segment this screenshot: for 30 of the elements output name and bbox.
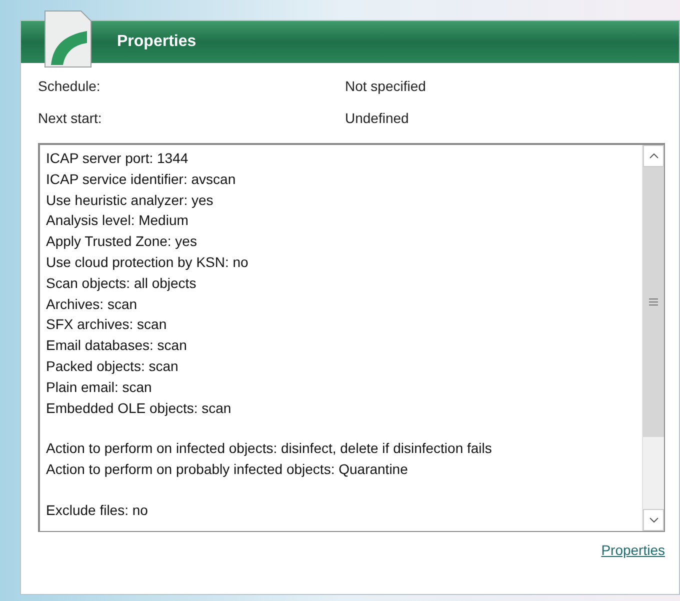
setting-line: Use cloud protection by KSN: no xyxy=(46,252,250,272)
field-value: Not specified xyxy=(345,76,426,96)
settings-text-area[interactable] xyxy=(38,143,665,532)
setting-line: Email databases: scan xyxy=(46,336,188,356)
setting-line: Archives: scan xyxy=(46,294,138,314)
setting-line: Exclude files: no xyxy=(46,500,149,520)
setting-line: Analysis level: Medium xyxy=(46,211,190,230)
setting-line: Apply Trusted Zone: yes xyxy=(46,232,198,252)
field-label: Next start: xyxy=(38,108,103,128)
field-label: Schedule: xyxy=(38,76,102,96)
scrollbar[interactable] xyxy=(642,145,664,531)
properties-link[interactable]: Properties xyxy=(601,540,665,561)
setting-line: Use heuristic analyzer: yes xyxy=(46,190,214,210)
setting-line: Scan objects: all objects xyxy=(46,274,198,293)
scroll-down-button[interactable] xyxy=(643,509,664,531)
chevron-up-icon xyxy=(648,153,658,159)
setting-line: Action to perform on probably infected objects: Quarantine xyxy=(46,460,409,480)
setting-line: Embedded OLE objects: scan xyxy=(46,398,232,418)
setting-line: ICAP service identifier: avscan xyxy=(46,170,237,189)
setting-line: SFX archives: scan xyxy=(46,315,168,334)
scroll-thumb[interactable] xyxy=(643,167,664,437)
setting-line: Action to perform on infected objects: disinfect, delete if disinfection fails xyxy=(46,439,493,458)
grip-icon xyxy=(649,298,658,306)
chevron-down-icon xyxy=(648,517,658,523)
setting-line: Plain email: scan xyxy=(46,378,153,397)
scroll-up-button[interactable] xyxy=(643,145,664,167)
panel-title: Properties xyxy=(117,32,196,52)
setting-line: ICAP server port: 1344 xyxy=(46,149,190,168)
field-value: Undefined xyxy=(345,108,409,128)
setting-line: Packed objects: scan xyxy=(46,356,180,376)
